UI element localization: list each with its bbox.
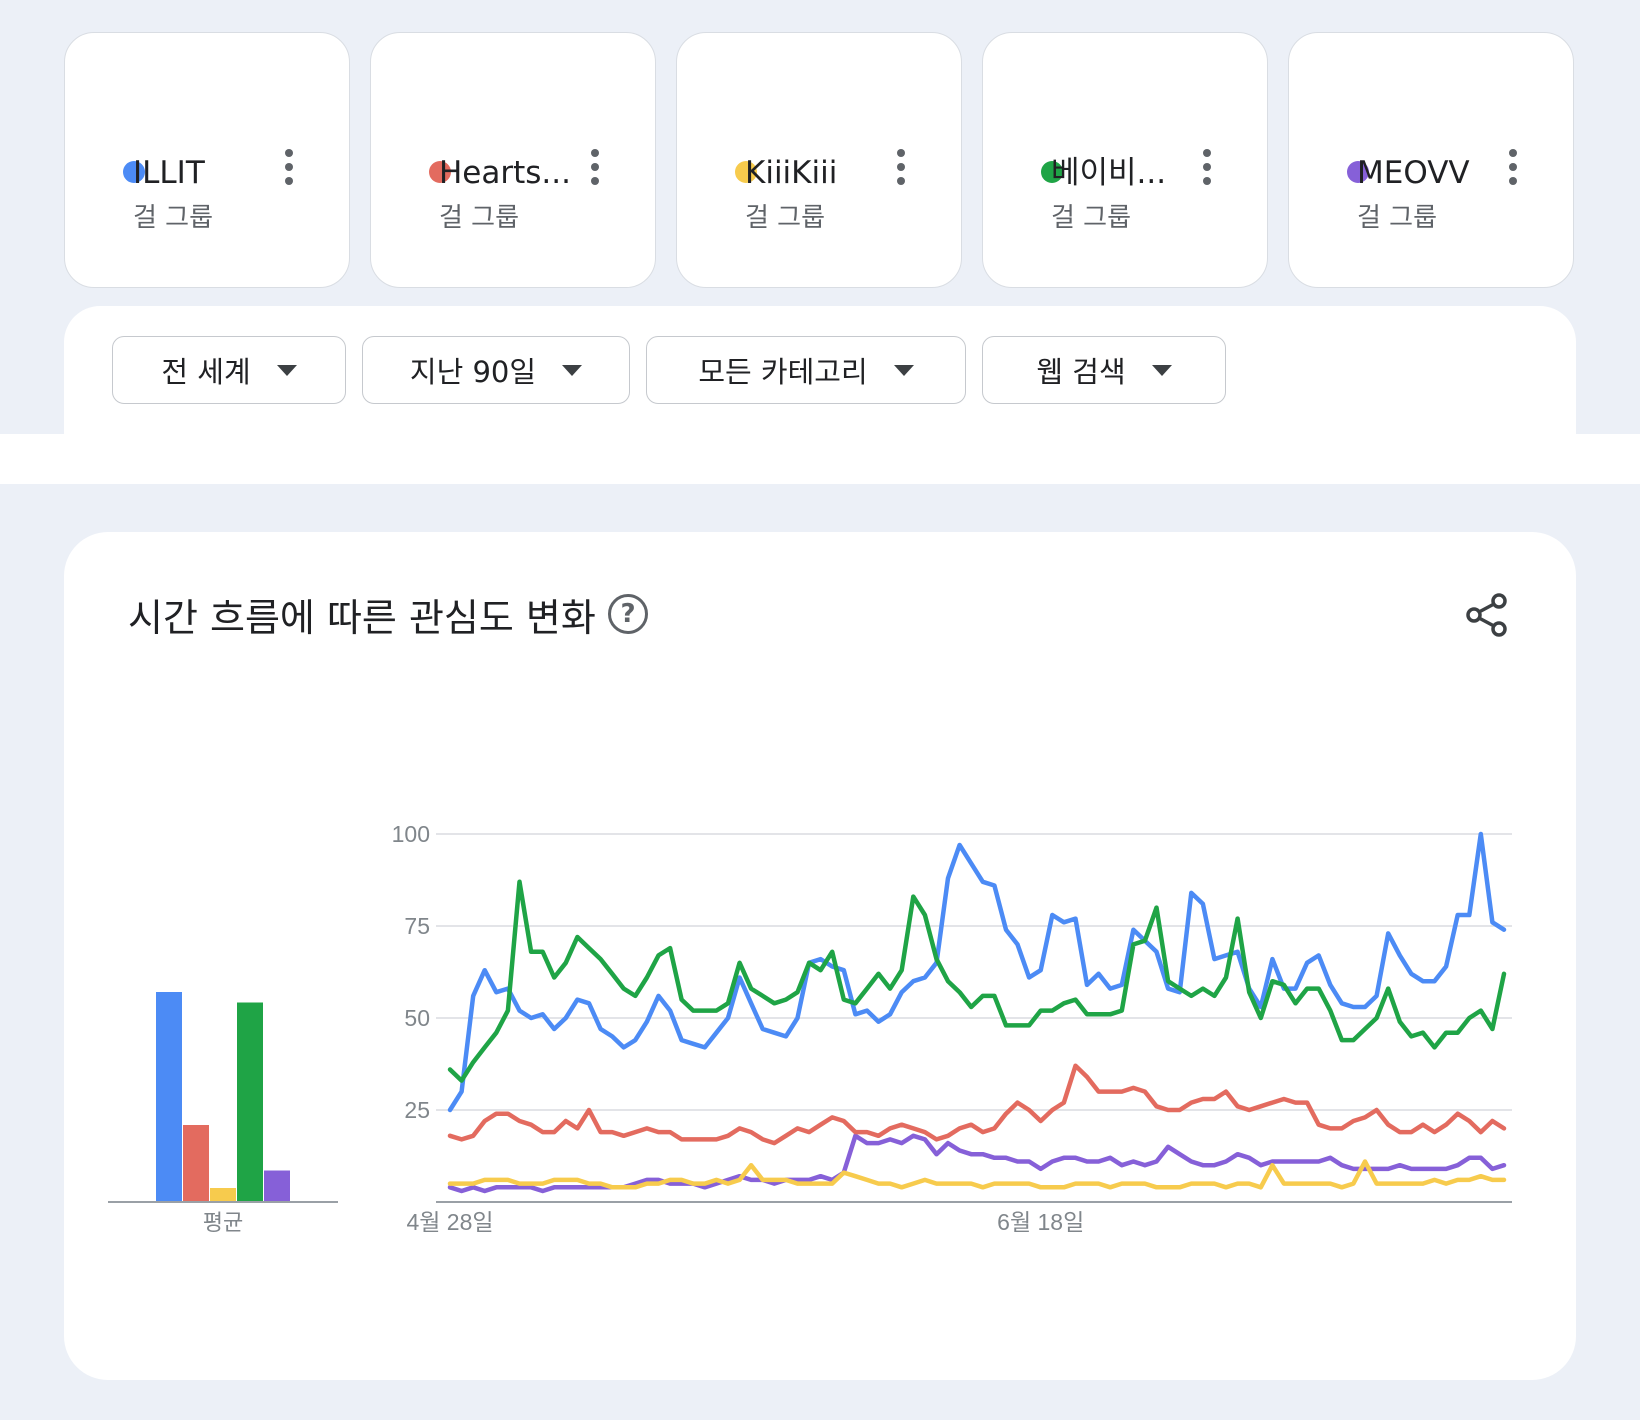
divider-band [0, 434, 1640, 484]
term-name: MEOVV [1357, 155, 1470, 191]
more-options-icon[interactable] [275, 143, 303, 201]
term-card[interactable]: MEOVV 걸 그룹 [1288, 32, 1574, 288]
average-bar [210, 1188, 236, 1202]
average-bar [156, 992, 182, 1202]
y-tick-label: 25 [404, 1097, 430, 1123]
average-bar [264, 1170, 290, 1202]
term-category: 걸 그룹 [745, 203, 826, 233]
dropdown-arrow-icon [562, 364, 583, 376]
more-options-icon[interactable] [1193, 143, 1221, 201]
dropdown-arrow-icon [893, 364, 914, 376]
y-tick-label: 75 [404, 913, 430, 939]
x-tick-label: 4월 28일 [406, 1209, 493, 1235]
term-name: KiiiKiii [745, 155, 838, 191]
search-type-filter-label: 웹 검색 [1036, 355, 1126, 389]
series-line [447, 1133, 1507, 1194]
period-filter-label: 지난 90일 [409, 355, 537, 389]
search-type-filter-button[interactable]: 웹 검색 [982, 336, 1226, 404]
y-tick-label: 50 [404, 1005, 430, 1031]
interest-over-time-card: 시간 흐름에 따른 관심도 변화 ? 100 75 50 25 4월 28일 6월 18일… [64, 532, 1576, 1380]
term-card[interactable]: Hearts... 걸 그룹 [370, 32, 656, 288]
dropdown-arrow-icon [1151, 364, 1172, 376]
x-tick-label: 6월 18일 [997, 1209, 1084, 1235]
term-category: 걸 그룹 [439, 203, 520, 233]
term-category: 걸 그룹 [1357, 203, 1438, 233]
period-filter-button[interactable]: 지난 90일 [362, 336, 630, 404]
term-name: Hearts... [439, 155, 571, 191]
term-category: 걸 그룹 [1051, 203, 1132, 233]
more-options-icon[interactable] [581, 143, 609, 201]
top-area: ILLIT 걸 그룹 Hearts... 걸 그룹 KiiiKiii 걸 그룹 베이비...… [0, 0, 1640, 434]
category-filter-label: 모든 카테고리 [698, 355, 868, 389]
category-filter-button[interactable]: 모든 카테고리 [646, 336, 966, 404]
dropdown-arrow-icon [276, 364, 297, 376]
interest-chart: 100 75 50 25 4월 28일 6월 18일 평균 [108, 821, 1512, 1236]
average-bar [183, 1125, 209, 1202]
region-filter-button[interactable]: 전 세계 [112, 336, 346, 404]
average-label: 평균 [203, 1211, 243, 1236]
series-line [447, 879, 1507, 1083]
more-options-icon[interactable] [1499, 143, 1527, 201]
term-card[interactable]: KiiiKiii 걸 그룹 [676, 32, 962, 288]
filter-bar: 전 세계 지난 90일 모든 카테고리 웹 검색 [64, 306, 1576, 434]
series-line [447, 1063, 1507, 1146]
term-name: 베이비... [1051, 155, 1167, 191]
y-tick-label: 100 [392, 821, 430, 847]
more-options-icon[interactable] [887, 143, 915, 201]
term-card[interactable]: 베이비... 걸 그룹 [982, 32, 1268, 288]
term-category: 걸 그룹 [133, 203, 214, 233]
average-bar [237, 1002, 263, 1202]
term-card[interactable]: ILLIT 걸 그룹 [64, 32, 350, 288]
region-filter-label: 전 세계 [161, 355, 251, 389]
term-name: ILLIT [133, 155, 205, 191]
